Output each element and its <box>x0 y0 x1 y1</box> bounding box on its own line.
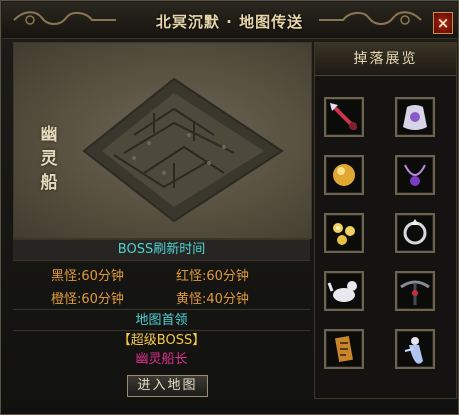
blue-spirit-icon <box>404 337 423 364</box>
monster-label: 黄怪: <box>176 292 207 307</box>
drop-item-slot[interactable] <box>395 213 435 253</box>
refresh-value: 60分钟 <box>81 292 124 307</box>
monster-label: 橙怪: <box>51 292 82 307</box>
white-cape-icon <box>403 105 427 130</box>
monster-label: 黑怪: <box>51 269 82 284</box>
boss-name: 幽灵船长 <box>135 352 188 367</box>
purple-necklace-icon <box>404 164 426 186</box>
refresh-value: 60分钟 <box>81 269 124 284</box>
map-name-char: 船 <box>40 173 58 193</box>
boss-refresh-row: 黄怪:40分钟 <box>176 288 249 307</box>
drop-item-slot[interactable] <box>395 97 435 137</box>
map-name-char: 幽 <box>40 125 58 145</box>
map-name-char: 灵 <box>40 149 58 169</box>
white-beast-icon <box>327 281 357 302</box>
cloud-ornament-right-icon <box>319 11 422 25</box>
boss-refresh-row: 红怪:60分钟 <box>176 265 249 284</box>
boss-refresh-row: 黑怪:60分钟 <box>51 265 124 284</box>
drop-item-slot[interactable] <box>395 329 435 369</box>
drop-item-slot[interactable] <box>324 155 364 195</box>
drop-item-slot[interactable] <box>324 329 364 369</box>
map-preview: 幽 灵 船 <box>13 42 312 239</box>
map-name-vertical: 幽 灵 船 <box>36 123 62 195</box>
drop-item-slot[interactable] <box>324 213 364 253</box>
divider <box>13 330 310 331</box>
map-boss-header: 地图首领 <box>135 313 188 328</box>
monster-label: 红怪: <box>176 269 207 284</box>
close-button[interactable]: × <box>433 12 453 34</box>
teleport-window: 北冥沉默 · 地图传送 × 幽 灵 船 掉落展览 BOSS刷新时间 黑怪:60分… <box>0 0 459 415</box>
drop-item-slot[interactable] <box>395 155 435 195</box>
divider <box>13 309 310 310</box>
enter-map-button[interactable]: 进入地图 <box>127 375 208 397</box>
title-bar: 北冥沉默 · 地图传送 × <box>2 2 457 39</box>
silver-ring-icon <box>403 219 427 245</box>
refresh-value: 40分钟 <box>206 292 249 307</box>
drop-item-slot[interactable] <box>395 271 435 311</box>
refresh-value: 60分钟 <box>206 269 249 284</box>
boss-refresh-header: BOSS刷新时间 <box>13 239 310 261</box>
drop-item-slot[interactable] <box>324 271 364 311</box>
red-spear-icon <box>330 103 358 131</box>
super-boss-tag: 【超级BOSS】 <box>117 333 206 348</box>
gold-orb-icon <box>333 164 355 186</box>
drop-showcase-panel: 掉落展览 <box>314 42 457 399</box>
drop-showcase-header: 掉落展览 <box>315 43 456 76</box>
dark-crossbow-icon <box>400 280 430 305</box>
gold-scroll-icon <box>335 335 353 363</box>
drop-item-slot[interactable] <box>324 97 364 137</box>
yellow-flowers-icon <box>333 223 355 245</box>
boss-refresh-row: 橙怪:60分钟 <box>51 288 124 307</box>
